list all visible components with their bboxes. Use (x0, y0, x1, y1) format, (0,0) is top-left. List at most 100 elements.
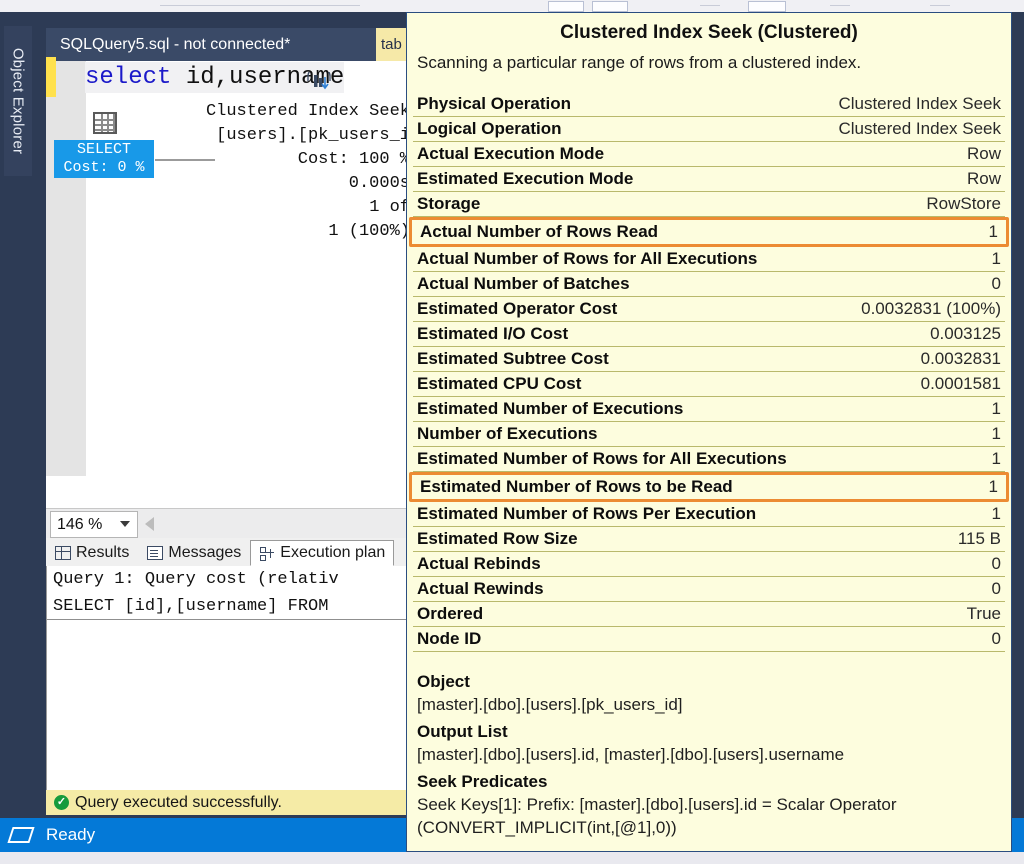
tooltip-row: Estimated Operator Cost 0.0032831 (100%) (413, 297, 1005, 322)
tooltip-row: Estimated Number of Executions 1 (413, 397, 1005, 422)
scroll-left-icon[interactable] (145, 517, 154, 531)
chevron-down-icon[interactable] (120, 521, 130, 527)
execution-plan-tooltip: Clustered Index Seek (Clustered) Scannin… (406, 12, 1012, 852)
tooltip-row-value: 1 (991, 249, 1001, 268)
tooltip-row: Actual Number of Rows Read 1 (409, 217, 1009, 247)
tooltip-row-value: 1 (991, 504, 1001, 523)
tooltip-row: Physical Operation Clustered Index Seek (413, 92, 1005, 117)
tooltip-row: Logical Operation Clustered Index Seek (413, 117, 1005, 142)
tooltip-row-value: 0 (991, 629, 1001, 648)
tooltip-row-value: 0.0001581 (920, 374, 1001, 393)
tooltip-title: Clustered Index Seek (Clustered) (560, 22, 858, 43)
plan-node-select-title: SELECT (76, 141, 131, 158)
tooltip-row-key: Actual Number of Rows Read (420, 222, 659, 241)
tooltip-row-value: Row (966, 169, 1001, 188)
select-result-icon (93, 112, 117, 134)
tooltip-row-key: Actual Execution Mode (417, 144, 605, 163)
tooltip-row-key: Estimated I/O Cost (417, 324, 569, 343)
tooltip-section-value: [master].[dbo].[users].[pk_users_id] (417, 695, 683, 714)
toolbar-divider (830, 5, 850, 6)
plan-canvas[interactable] (47, 621, 411, 790)
tooltip-row: Number of Executions 1 (413, 422, 1005, 447)
tooltip-row-key: Actual Number of Rows for All Executions (417, 249, 758, 268)
tooltip-row: Estimated Execution Mode Row (413, 167, 1005, 192)
code-keyword: select (85, 64, 172, 91)
tooltip-sections: Object [master].[dbo].[users].[pk_users_i… (407, 652, 1011, 839)
results-tab-bar: Results Messages Execution plan (46, 538, 410, 567)
tooltip-row: Estimated Row Size 115 B (413, 527, 1005, 552)
tooltip-row-value: 1 (991, 399, 1001, 418)
tooltip-section-title: Object (417, 672, 470, 691)
tooltip-section-value: Seek Keys[1]: Prefix: [master].[dbo].[us… (417, 795, 897, 837)
tooltip-row-value: RowStore (926, 194, 1001, 213)
tooltip-row-value: 1 (991, 449, 1001, 468)
sidebar-item-object-explorer[interactable]: Object Explorer (4, 26, 32, 176)
tab-messages-label: Messages (168, 544, 242, 561)
tooltip-row: Estimated Number of Rows Per Execution 1 (413, 502, 1005, 527)
tooltip-row-value: 0 (991, 579, 1001, 598)
tooltip-row-value: 1 (991, 424, 1001, 443)
toolbar-divider (930, 5, 950, 6)
tooltip-row: Estimated Number of Rows for All Executi… (413, 447, 1005, 472)
toolbar-slot[interactable] (548, 1, 584, 12)
tab-partial-label: tab (381, 36, 402, 53)
plan-header: Query 1: Query cost (relativ SELECT [id]… (47, 566, 411, 620)
tooltip-row: Actual Execution Mode Row (413, 142, 1005, 167)
editor-change-bar (46, 57, 56, 97)
plan-node-seek-label[interactable]: Clustered Index Seek [users].[pk_users_i… (130, 100, 410, 244)
tab-results[interactable]: Results (46, 540, 138, 566)
plan-icon (259, 546, 275, 561)
tooltip-row-key: Storage (417, 194, 481, 213)
tooltip-row: Estimated Number of Rows to be Read 1 (409, 472, 1009, 502)
tooltip-row-key: Physical Operation (417, 94, 571, 113)
tooltip-row-key: Estimated Row Size (417, 529, 578, 548)
tab-sqlquery5[interactable]: SQLQuery5.sql - not connected* (46, 28, 304, 61)
seek-line-5: 1 of (369, 198, 410, 217)
tooltip-property-table: Physical Operation Clustered Index Seek Lo… (407, 92, 1011, 652)
tooltip-row-key: Number of Executions (417, 424, 598, 443)
tooltip-row-key: Ordered (417, 604, 484, 623)
toolbar-slot[interactable] (748, 1, 786, 12)
plan-zoom-row: 146 % (46, 508, 410, 539)
grid-icon (55, 546, 71, 560)
seek-line-4: 0.000s (348, 174, 410, 193)
zoom-level-combo[interactable]: 146 % (50, 511, 138, 538)
tooltip-section-title: Output List (417, 722, 508, 741)
tooltip-row-value: 1 (988, 477, 998, 496)
tab-execution-plan-label: Execution plan (280, 544, 386, 561)
object-explorer-label: Object Explorer (9, 47, 27, 155)
seek-line-2: [users].[pk_users_i (216, 126, 410, 145)
tooltip-row-value: True (966, 604, 1001, 623)
tooltip-row-key: Actual Number of Batches (417, 274, 630, 293)
tooltip-row-key: Estimated Operator Cost (417, 299, 618, 318)
tab-sqlquery5-label: SQLQuery5.sql - not connected* (60, 35, 291, 53)
toolbar-divider (160, 5, 360, 6)
tooltip-row: Storage RowStore (413, 192, 1005, 217)
tooltip-row-key: Actual Rewinds (417, 579, 544, 598)
toolbar-slot[interactable] (592, 1, 628, 12)
tooltip-row-key: Estimated Execution Mode (417, 169, 634, 188)
tooltip-row-key: Actual Rebinds (417, 554, 541, 573)
tab-results-label: Results (76, 544, 130, 561)
tooltip-row-key: Estimated Number of Rows to be Read (420, 477, 733, 496)
plan-header-line-2: SELECT [id],[username] FROM (53, 597, 329, 616)
tooltip-row-value: 0.003125 (930, 324, 1001, 343)
seek-line-1: Clustered Index Seek (205, 102, 410, 121)
tooltip-row-key: Logical Operation (417, 119, 562, 138)
tooltip-row-key: Estimated CPU Cost (417, 374, 582, 393)
tooltip-row-value: 0 (991, 554, 1001, 573)
tooltip-row: Estimated I/O Cost 0.003125 (413, 322, 1005, 347)
tooltip-row-key: Estimated Number of Executions (417, 399, 684, 418)
tooltip-row: Ordered True (413, 602, 1005, 627)
tooltip-row: Actual Rewinds 0 (413, 577, 1005, 602)
tab-execution-plan[interactable]: Execution plan (250, 540, 395, 566)
tooltip-row: Actual Rebinds 0 (413, 552, 1005, 577)
tooltip-row-key: Node ID (417, 629, 482, 648)
bottom-filler (0, 852, 1024, 864)
tab-messages[interactable]: Messages (138, 540, 250, 566)
window-icon (7, 827, 35, 843)
status-bar-text: Ready (46, 825, 96, 844)
tab-partial[interactable]: tab (376, 28, 410, 61)
code-columns: id (171, 64, 215, 91)
tooltip-row-key: Estimated Subtree Cost (417, 349, 609, 368)
